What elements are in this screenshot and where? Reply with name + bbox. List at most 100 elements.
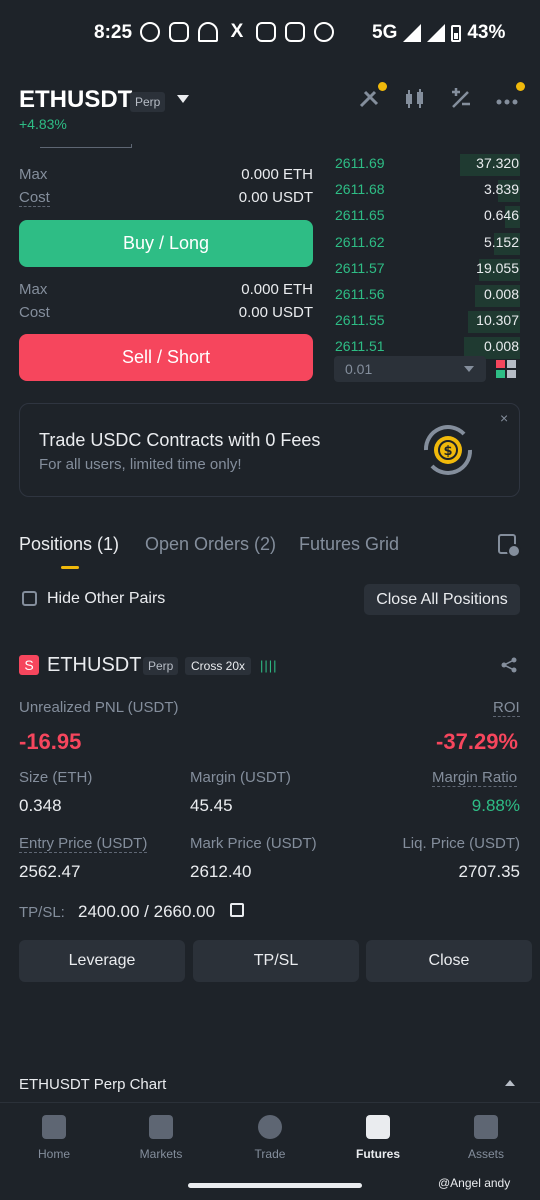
buy-cost-value: 0.00 USDT: [238, 189, 313, 206]
close-icon[interactable]: ×: [500, 410, 508, 426]
tab-futures-grid[interactable]: Futures Grid: [299, 534, 399, 555]
close-all-positions-button[interactable]: Close All Positions: [364, 584, 520, 615]
chat-icon: [169, 22, 189, 42]
perp-badge: Perp: [130, 92, 166, 112]
calculator-icon[interactable]: [449, 88, 473, 110]
nav-markets[interactable]: Markets: [121, 1115, 201, 1161]
entry-price-label: Entry Price (USDT): [19, 835, 148, 853]
opera-icon: [314, 22, 334, 42]
roi-value: -37.29%: [436, 729, 518, 754]
bid-price: 2611.56: [335, 286, 385, 302]
margin-ratio-value: 9.88%: [471, 796, 520, 815]
bid-quantity: 0.008: [483, 338, 519, 355]
bid-price: 2611.51: [335, 338, 385, 355]
order-book-row[interactable]: 2611.55 10.307: [334, 308, 520, 334]
bid-price: 2611.69: [335, 155, 385, 171]
chevron-up-icon[interactable]: [505, 1080, 515, 1086]
bid-quantity: 19.055: [476, 259, 519, 276]
roi-label: ROI: [493, 699, 520, 717]
network-label: 5G: [372, 22, 398, 43]
order-book-row[interactable]: 2611.68 3.839: [334, 177, 520, 203]
size-label: Size (ETH): [19, 769, 93, 786]
chevron-down-icon: [464, 366, 474, 372]
nav-futures-label: Futures: [355, 1147, 400, 1161]
nav-assets-label: Assets: [467, 1147, 504, 1161]
futures-icon: [366, 1115, 390, 1139]
precision-value: 0.01: [345, 361, 373, 377]
status-right: 5G 43%: [372, 22, 505, 44]
markets-icon: [149, 1115, 173, 1139]
sell-cost-label: Cost: [19, 304, 50, 321]
risk-bars-icon: ||||: [260, 658, 278, 673]
book-layout-icon[interactable]: [496, 360, 516, 378]
chevron-down-icon[interactable]: [177, 95, 189, 103]
liq-price-value: 2707.35: [458, 862, 520, 881]
tpsl-button[interactable]: TP/SL: [193, 940, 359, 982]
watermark: @Angel andy: [438, 1176, 511, 1190]
signal-icon: [427, 24, 446, 42]
nav-trade[interactable]: Trade: [230, 1115, 310, 1161]
strategy-icon[interactable]: [357, 82, 387, 110]
signal-icon: [403, 24, 422, 42]
pair-title[interactable]: ETHUSDT: [19, 86, 132, 114]
history-icon[interactable]: [498, 534, 521, 558]
hide-other-pairs-label[interactable]: Hide Other Pairs: [47, 590, 165, 608]
x-icon: X: [230, 21, 244, 42]
instagram-icon: [256, 22, 276, 42]
sell-cost-value: 0.00 USDT: [238, 304, 313, 321]
active-tab-indicator: [61, 566, 79, 569]
hide-other-pairs-checkbox[interactable]: [22, 591, 37, 606]
whatsapp-icon: [140, 22, 160, 42]
tab-open-orders[interactable]: Open Orders (2): [145, 534, 276, 555]
bid-quantity: 3.839: [483, 181, 519, 198]
size-value: 0.348: [19, 796, 62, 815]
assets-icon: [474, 1115, 498, 1139]
buy-max-label: Max: [19, 166, 48, 183]
status-time: 8:25: [94, 22, 133, 43]
leverage-slider-edge: [40, 144, 132, 148]
bid-price: 2611.55: [335, 312, 385, 329]
buy-cost-label: Cost: [19, 189, 50, 207]
chart-section-title[interactable]: ETHUSDT Perp Chart: [19, 1076, 166, 1093]
missed-call-icon: [198, 22, 218, 42]
order-book-row[interactable]: 2611.69 37.320: [334, 151, 520, 177]
edit-icon[interactable]: [230, 903, 244, 917]
mark-price-value: 2612.40: [190, 862, 252, 881]
tab-positions[interactable]: Positions (1): [19, 534, 119, 555]
notification-dot: [516, 82, 525, 91]
tpsl-label: TP/SL:: [19, 904, 65, 921]
margin-label: Margin (USDT): [190, 769, 291, 786]
position-symbol[interactable]: ETHUSDT: [47, 654, 141, 677]
bid-quantity: 5.152: [483, 233, 519, 250]
short-side-badge: S: [19, 655, 39, 675]
buy-long-button[interactable]: Buy / Long: [19, 220, 313, 267]
promo-subtitle: For all users, limited time only!: [39, 456, 242, 473]
sell-short-button[interactable]: Sell / Short: [19, 334, 313, 381]
bid-quantity: 0.646: [483, 207, 519, 224]
margin-ratio-label: Margin Ratio: [432, 769, 518, 787]
nav-assets[interactable]: Assets: [446, 1115, 526, 1161]
battery-icon: [451, 24, 462, 42]
mark-price-label: Mark Price (USDT): [190, 835, 317, 852]
pnl-value: -16.95: [19, 729, 82, 754]
order-book-row[interactable]: 2611.65 0.646: [334, 203, 520, 229]
margin-mode-badge[interactable]: Cross 20x: [185, 657, 252, 675]
gesture-home-bar[interactable]: [188, 1183, 362, 1188]
order-book-row[interactable]: 2611.56 0.008: [334, 282, 520, 308]
bid-price: 2611.62: [335, 233, 385, 250]
bid-price: 2611.68: [335, 181, 385, 198]
leverage-button[interactable]: Leverage: [19, 940, 185, 982]
more-icon[interactable]: [495, 82, 525, 110]
order-book-row[interactable]: 2611.62 5.152: [334, 230, 520, 256]
share-icon[interactable]: [500, 656, 518, 674]
candles-icon[interactable]: [403, 88, 427, 110]
nav-home[interactable]: Home: [14, 1115, 94, 1161]
buy-max-value: 0.000 ETH: [241, 166, 313, 183]
notification-dot: [378, 82, 387, 91]
close-position-button[interactable]: Close: [366, 940, 532, 982]
order-book-row[interactable]: 2611.57 19.055: [334, 256, 520, 282]
precision-select[interactable]: 0.01: [334, 356, 486, 382]
liq-price-label: Liq. Price (USDT): [402, 835, 520, 852]
trade-icon: [258, 1115, 282, 1139]
nav-futures[interactable]: Futures: [338, 1115, 418, 1161]
